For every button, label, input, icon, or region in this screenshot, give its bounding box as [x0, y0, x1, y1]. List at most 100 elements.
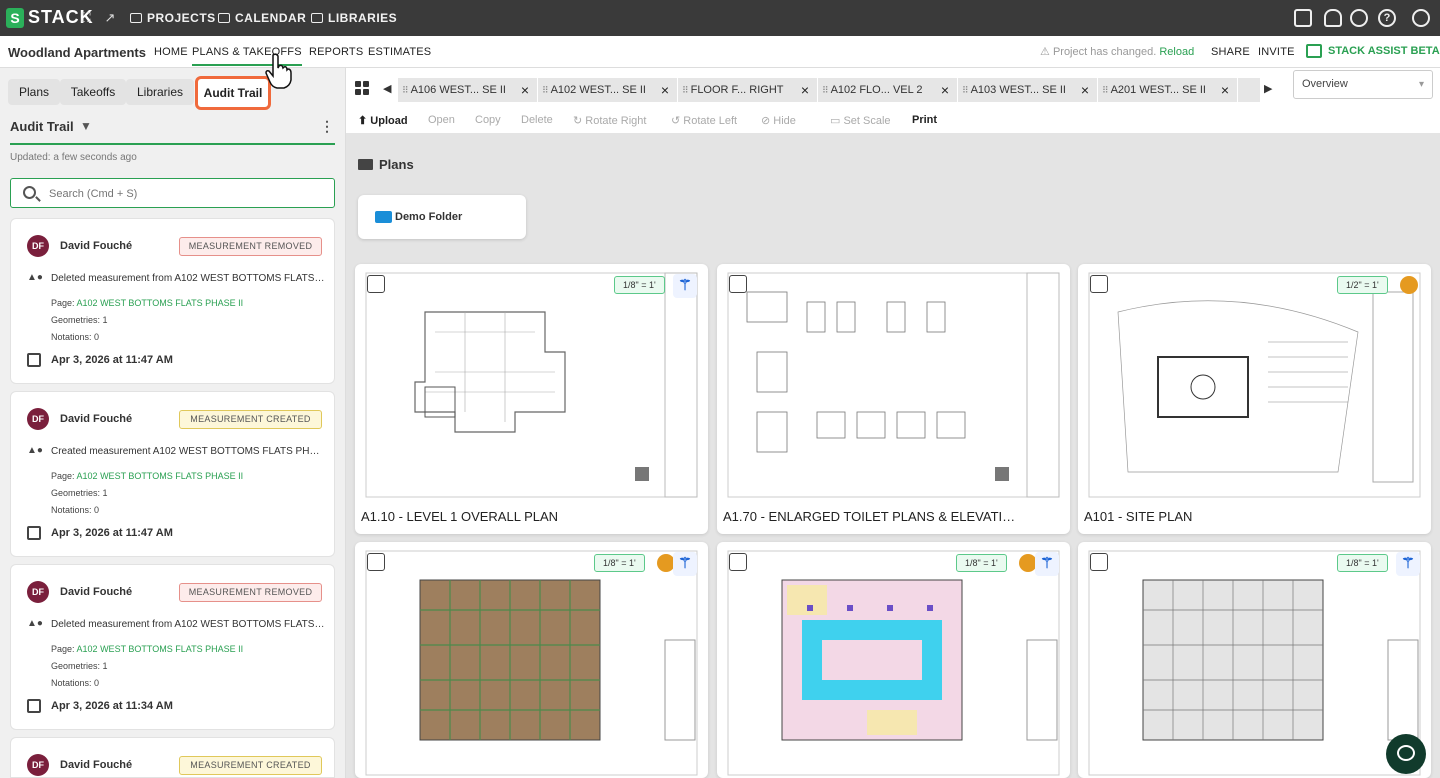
- tabs-right-arrow-icon[interactable]: ▶: [1264, 82, 1272, 95]
- audit-entry[interactable]: DF David Fouché MEASUREMENT REMOVED ▲● D…: [10, 218, 335, 384]
- plan-card[interactable]: 1/8" = 1' ⚚ A1.10 - LEVEL 1 OVERALL PLAN: [355, 264, 708, 534]
- drag-handle-icon[interactable]: ⠿: [822, 85, 829, 95]
- hide-button[interactable]: ⊘ Hide: [761, 114, 796, 127]
- drag-handle-icon[interactable]: ⠿: [1102, 85, 1109, 95]
- tabs-left-arrow-icon[interactable]: ◀: [383, 82, 391, 95]
- plan-tab[interactable]: ⠿ A102 WEST... SE II ×: [538, 78, 678, 102]
- stack-assist-button[interactable]: STACK ASSIST BETA: [1306, 44, 1440, 58]
- expand-icon[interactable]: ⛶: [78, 10, 94, 26]
- page-link[interactable]: A102 WEST BOTTOMS FLATS PHASE II: [77, 298, 244, 308]
- plan-card[interactable]: 1/2" = 1' A101 - SITE PLAN: [1078, 264, 1431, 534]
- user-name: David Fouché: [60, 413, 133, 425]
- user-settings-icon[interactable]: [1412, 9, 1430, 27]
- project-changed-notice: ⚠ Project has changed. Reload: [1040, 46, 1195, 58]
- auto-takeoff-icon[interactable]: ⚚: [673, 274, 697, 298]
- drag-handle-icon[interactable]: ⠿: [402, 85, 409, 95]
- view-select[interactable]: Overview ▾: [1293, 70, 1433, 99]
- drag-handle-icon[interactable]: ⠿: [962, 85, 969, 95]
- audit-entry[interactable]: DF David Fouché MEASUREMENT CREATED: [10, 737, 335, 778]
- close-icon[interactable]: ×: [661, 78, 669, 102]
- auto-takeoff-icon[interactable]: ⚚: [1035, 552, 1059, 576]
- nav-projects[interactable]: PROJECTS: [130, 11, 216, 25]
- page-link[interactable]: A102 WEST BOTTOMS FLATS PHASE II: [77, 644, 244, 654]
- ruler-icon: ▭: [830, 115, 841, 127]
- plan-card[interactable]: A1.70 - ENLARGED TOILET PLANS & ELEVATIO…: [717, 264, 1070, 534]
- share-button[interactable]: SHARE: [1211, 46, 1250, 58]
- filter-icon[interactable]: ▼: [80, 120, 92, 132]
- close-icon[interactable]: ×: [941, 78, 949, 102]
- print-button[interactable]: Print: [912, 114, 937, 126]
- entry-notations: Notations: 0: [51, 505, 100, 515]
- plan-card[interactable]: 1/8" = 1' ⚚: [355, 542, 708, 778]
- auto-takeoff-icon[interactable]: ⚚: [1396, 552, 1420, 576]
- auto-takeoff-icon[interactable]: ⚚: [673, 552, 697, 576]
- updated-text: Updated: a few seconds ago: [10, 152, 137, 163]
- tab-takeoffs[interactable]: Takeoffs: [60, 79, 126, 105]
- delete-button[interactable]: Delete: [521, 114, 553, 126]
- plan-tabs-bar: ◀ ⠿ A106 WEST... SE II × ⠿ A102 WEST... SE …: [346, 68, 1440, 133]
- select-checkbox[interactable]: [367, 275, 385, 293]
- drag-handle-icon[interactable]: ⠿: [542, 85, 549, 95]
- audit-entry[interactable]: DF David Fouché MEASUREMENT CREATED ▲● C…: [10, 391, 335, 557]
- plan-thumbnail: [365, 550, 698, 776]
- nav-home[interactable]: HOME: [154, 46, 188, 58]
- tab-audit-trail[interactable]: Audit Trail: [195, 76, 271, 110]
- external-link-icon[interactable]: ↗: [102, 10, 118, 26]
- select-checkbox[interactable]: [1090, 553, 1108, 571]
- close-icon[interactable]: ×: [1081, 78, 1089, 102]
- tab-plans[interactable]: Plans: [8, 79, 60, 105]
- folder-open-icon: [358, 159, 373, 170]
- nav-reports[interactable]: REPORTS: [309, 46, 363, 58]
- plan-tab[interactable]: ⠿ FLOOR F... RIGHT ×: [678, 78, 818, 102]
- plan-card[interactable]: 1/8" = 1' ⚚: [717, 542, 1070, 778]
- hand-cursor-icon: [265, 53, 292, 89]
- grid-view-icon[interactable]: [355, 81, 369, 95]
- nav-calendar[interactable]: CALENDAR: [218, 11, 306, 25]
- scale-badge: 1/2" = 1': [1337, 276, 1388, 294]
- chat-button[interactable]: [1386, 734, 1426, 774]
- plan-tab[interactable]: ⠿ A201 WEST... SE II ×: [1098, 78, 1238, 102]
- entry-date: Apr 3, 2026 at 11:34 AM: [51, 700, 173, 712]
- title-underline: [10, 143, 335, 145]
- reload-link[interactable]: Reload: [1159, 46, 1194, 58]
- audit-entry[interactable]: DF David Fouché MEASUREMENT REMOVED ▲● D…: [10, 564, 335, 730]
- close-icon[interactable]: ×: [801, 78, 809, 102]
- copy-button[interactable]: Copy: [475, 114, 501, 126]
- select-checkbox[interactable]: [367, 553, 385, 571]
- bell-icon[interactable]: [1324, 9, 1342, 27]
- folder-card[interactable]: Demo Folder: [358, 195, 526, 239]
- plan-tab[interactable]: ⠿ A103 WEST... SE II ×: [958, 78, 1098, 102]
- shapes-icon: ▲●: [27, 445, 43, 456]
- rotate-right-button[interactable]: ↻ Rotate Right: [573, 114, 646, 127]
- nav-libraries[interactable]: LIBRARIES: [311, 11, 397, 25]
- entry-description: Deleted measurement from A102 WEST BOTTO…: [51, 273, 326, 284]
- help-icon[interactable]: ?: [1378, 9, 1396, 27]
- drag-handle-icon[interactable]: ⠿: [682, 85, 689, 95]
- rotate-left-button[interactable]: ↺ Rotate Left: [671, 114, 737, 127]
- select-checkbox[interactable]: [1090, 275, 1108, 293]
- plan-tab[interactable]: ⠿ A106 WEST... SE II ×: [398, 78, 538, 102]
- invite-button[interactable]: INVITE: [1258, 46, 1295, 58]
- close-icon[interactable]: ×: [521, 78, 529, 102]
- more-options-icon[interactable]: ⋮: [320, 118, 334, 135]
- plan-card[interactable]: 1/8" = 1' ⚚: [1078, 542, 1431, 778]
- search-input[interactable]: [49, 185, 319, 203]
- tab-libraries[interactable]: Libraries: [126, 79, 194, 105]
- user-name: David Fouché: [60, 240, 133, 252]
- page-link[interactable]: A102 WEST BOTTOMS FLATS PHASE II: [77, 471, 244, 481]
- select-checkbox[interactable]: [729, 275, 747, 293]
- plan-tab[interactable]: ⠿ A102 FLO... VEL 2 ×: [818, 78, 958, 102]
- avatar: DF: [27, 754, 49, 776]
- stack-logo-mark: S: [6, 7, 24, 28]
- upload-button[interactable]: ⬆ Upload: [358, 114, 408, 127]
- users-icon[interactable]: [1350, 9, 1368, 27]
- user-name: David Fouché: [60, 586, 133, 598]
- open-button[interactable]: Open: [428, 114, 455, 126]
- entry-page: Page: A102 WEST BOTTOMS FLATS PHASE II: [51, 298, 244, 308]
- nav-estimates[interactable]: ESTIMATES: [368, 46, 431, 58]
- plan-thumbnail: [727, 272, 1060, 498]
- gift-icon[interactable]: [1294, 9, 1312, 27]
- set-scale-button[interactable]: ▭ Set Scale: [830, 114, 891, 127]
- select-checkbox[interactable]: [729, 553, 747, 571]
- close-icon[interactable]: ×: [1221, 78, 1229, 102]
